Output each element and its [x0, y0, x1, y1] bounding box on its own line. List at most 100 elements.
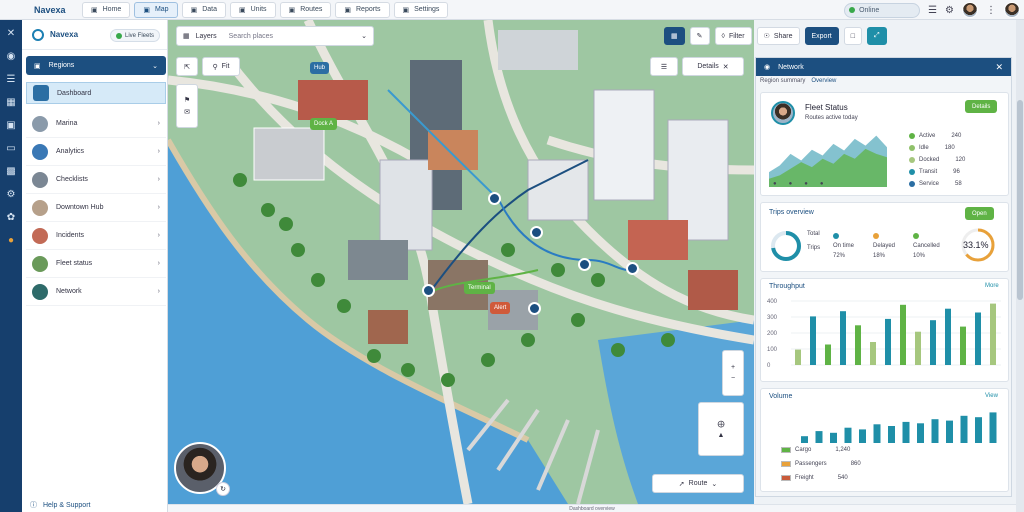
monitor-icon[interactable]: ▭	[6, 143, 15, 154]
right-toolbar: ▦ ✎ ◊ Filter ☉ Share Export □ ⤢	[664, 26, 1014, 46]
sidebar-item-analytics[interactable]: Analytics ›	[26, 138, 166, 166]
throughput-more-link[interactable]: More	[985, 283, 999, 289]
fullscreen-button[interactable]: ⤢	[866, 27, 887, 45]
filter-button[interactable]: ◊ Filter	[714, 27, 752, 45]
close-icon[interactable]: ✕	[7, 28, 15, 39]
sidebar-item-incidents[interactable]: Incidents ›	[26, 222, 166, 250]
map-canvas[interactable]	[168, 20, 754, 504]
city-map[interactable]: Hub Dock A Terminal Alert	[168, 20, 754, 504]
coin-icon[interactable]: ●	[8, 235, 14, 246]
window-button[interactable]: □	[843, 27, 862, 45]
search-input[interactable]: Search places	[229, 33, 273, 40]
house-e	[368, 310, 408, 344]
top-right-controls: Online ☰ ⚙ ⋮	[844, 0, 1020, 20]
map-pin[interactable]	[528, 302, 541, 315]
ring-label: Total	[807, 231, 820, 237]
map-zoom-controls[interactable]: + −	[722, 350, 744, 396]
layers-icon: ▣	[238, 6, 246, 14]
sidebar-item-dashboard[interactable]: Dashboard	[26, 82, 166, 104]
map-tool-column[interactable]: ⚑ ✉	[176, 84, 198, 128]
map-pin[interactable]	[530, 226, 543, 239]
map-zoom-button[interactable]: ⚲ Fit	[202, 57, 240, 76]
y-tick-label: 300	[767, 315, 778, 321]
tab-label: Settings	[414, 6, 440, 13]
export-button[interactable]: Export	[804, 27, 839, 45]
filter-label: Filter	[728, 32, 745, 40]
map-view-button[interactable]: ▦	[664, 27, 685, 45]
map-pin[interactable]	[422, 284, 435, 297]
secondary-avatar[interactable]	[1004, 2, 1020, 18]
scrollbar-thumb[interactable]	[1017, 100, 1023, 300]
sidebar-item-downtown-hub[interactable]: Downtown Hub ›	[26, 194, 166, 222]
tab-data[interactable]: ▣ Data	[181, 1, 226, 18]
map-search-toolbar[interactable]: ▦ Layers Search places ⌄	[176, 26, 374, 46]
profile-avatar[interactable]	[771, 101, 795, 125]
volume-view-link[interactable]: View	[985, 393, 998, 399]
map-badge-alert[interactable]: Alert	[490, 302, 511, 314]
map-compass-card[interactable]: ⨁ ▲	[698, 402, 744, 456]
map-expand-button[interactable]: ⇱	[176, 57, 198, 76]
page-scrollbar[interactable]	[1016, 20, 1024, 512]
sidebar-item-label: Incidents	[56, 232, 85, 239]
axis-dot: ●	[804, 181, 808, 187]
list-icon[interactable]: ☰	[7, 74, 16, 85]
legend-swatch	[781, 461, 791, 467]
sidebar-item-thumbnail	[32, 115, 48, 132]
tab-home[interactable]: ▣ Home	[82, 1, 131, 18]
region-dropdown[interactable]: ▣ Regions ⌄	[26, 56, 166, 75]
building-icon[interactable]: ▣	[6, 120, 15, 131]
sidebar-item-marina[interactable]: Marina ›	[26, 110, 166, 138]
tab-units[interactable]: ▣ Units	[229, 1, 276, 18]
trend-area-chart	[769, 135, 887, 187]
map-badge-hub[interactable]: Hub	[310, 62, 330, 74]
map-layers-button[interactable]: ☰	[650, 57, 678, 76]
map-badge-dock[interactable]: Dock A	[310, 118, 338, 130]
sidebar-item-checklists[interactable]: Checklists ›	[26, 166, 166, 194]
sidebar-item-network[interactable]: Network ›	[26, 278, 166, 306]
document-icon[interactable]: ▦	[6, 97, 15, 108]
globe-icon[interactable]: ◉	[7, 51, 16, 62]
tab-reports[interactable]: ▣ Reports	[335, 1, 390, 18]
house-d	[688, 270, 738, 310]
close-icon[interactable]: ✕	[995, 62, 1003, 73]
panel-subtitle-row: Region summary Overview	[760, 78, 836, 88]
status-pill[interactable]: Online	[844, 2, 921, 18]
panel-tab-active[interactable]: Overview	[811, 78, 836, 88]
settings-icon[interactable]: ⚙	[945, 5, 954, 16]
grid-icon: ▦	[183, 33, 190, 40]
volume-bar	[960, 415, 968, 443]
map-pin[interactable]	[578, 258, 591, 271]
map-details-button[interactable]: Details ✕	[682, 57, 744, 76]
trend-caption: Routes active today	[805, 115, 858, 121]
volume-bar	[801, 436, 808, 443]
share-button[interactable]: ☉ Share	[756, 27, 800, 45]
chevron-down-icon[interactable]: ⌄	[361, 32, 367, 40]
axis-dot: ●	[773, 181, 777, 187]
tab-routes[interactable]: ▣ Routes	[279, 1, 332, 18]
network-icon[interactable]: ✿	[7, 212, 15, 223]
y-tick-label: 100	[767, 347, 778, 353]
more-icon[interactable]: ⋮	[986, 5, 996, 16]
draw-button[interactable]: ✎	[689, 27, 710, 45]
volume-bar-chart	[801, 412, 997, 443]
sidebar-title: Navexa	[50, 30, 79, 39]
tab-map[interactable]: ▣ Map	[134, 1, 178, 18]
sidebar-footer[interactable]: ⓘ Help & Support	[30, 498, 90, 512]
trend-details-button[interactable]: Details	[965, 100, 998, 113]
map-pin[interactable]	[626, 262, 639, 275]
chart-icon[interactable]: ▩	[6, 166, 15, 177]
camera-switch-icon[interactable]: ↻	[216, 482, 230, 496]
map-pin[interactable]	[488, 192, 501, 205]
gear-icon[interactable]: ⚙	[7, 189, 16, 200]
kpi-open-button[interactable]: Open	[965, 207, 994, 220]
user-avatar[interactable]	[962, 2, 978, 18]
menu-icon[interactable]: ☰	[928, 5, 937, 16]
map-route-button[interactable]: ➚ Route ⌄	[652, 474, 744, 493]
map-badge-terminal[interactable]: Terminal	[464, 282, 495, 294]
tab-settings[interactable]: ▣ Settings	[393, 1, 449, 18]
home-icon: ▣	[91, 6, 98, 14]
live-stat-badge[interactable]: Live Fleets	[110, 29, 161, 42]
sidebar-item-fleet-status[interactable]: Fleet status ›	[26, 250, 166, 278]
kpi-dot	[833, 233, 839, 239]
ring-sub: Trips	[807, 245, 821, 251]
